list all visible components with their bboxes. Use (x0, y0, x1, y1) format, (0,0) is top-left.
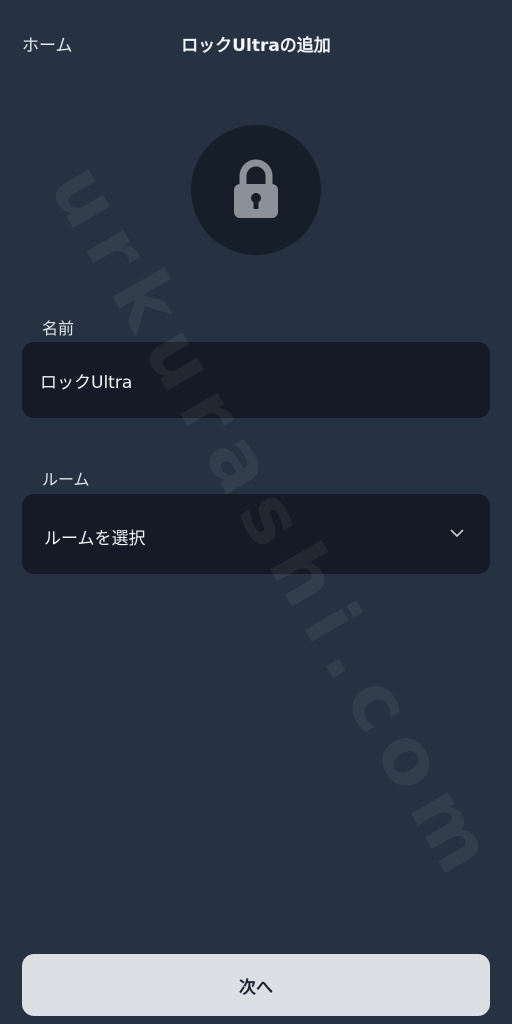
device-icon-circle (191, 125, 321, 255)
chevron-down-icon (450, 529, 464, 538)
next-button[interactable]: 次へ (22, 954, 490, 1016)
name-label: 名前 (42, 319, 75, 338)
room-select-placeholder: ルームを選択 (44, 529, 146, 549)
room-label: ルーム (42, 470, 90, 489)
page-title: ロックUltraの追加 (181, 36, 331, 56)
header: ホーム ロックUltraの追加 (0, 0, 512, 88)
room-select[interactable]: ルームを選択 (22, 494, 490, 574)
name-input[interactable] (40, 342, 460, 418)
name-field[interactable] (22, 342, 490, 418)
lock-icon (234, 159, 278, 218)
